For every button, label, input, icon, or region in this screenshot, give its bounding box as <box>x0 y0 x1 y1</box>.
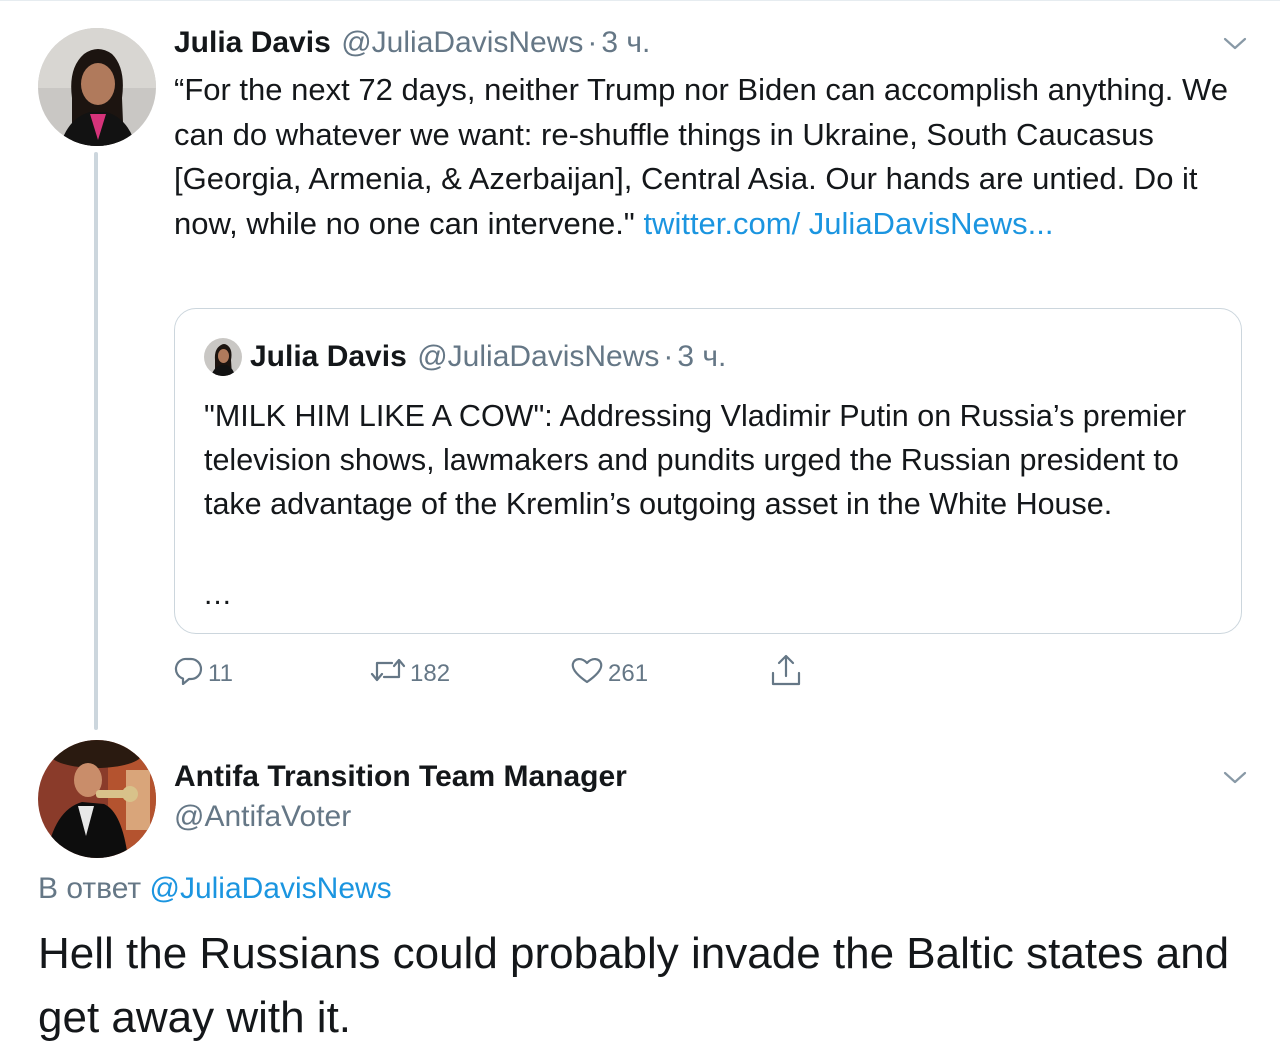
reply-author-name[interactable]: Antifa Transition Team Manager <box>174 760 627 794</box>
like-button[interactable]: 261 <box>570 650 648 690</box>
like-count: 261 <box>608 660 649 687</box>
reply-text: Hell the Russians could probably invade … <box>38 929 1230 1042</box>
avatar[interactable] <box>38 28 156 146</box>
thread-line <box>94 152 98 730</box>
share-button[interactable] <box>770 650 802 690</box>
chevron-down-icon[interactable] <box>1221 34 1249 54</box>
quote-author-name: Julia Davis <box>250 340 407 373</box>
author-handle[interactable]: @JuliaDavisNews <box>341 26 583 59</box>
like-icon <box>571 658 603 684</box>
quote-text: "MILK HIM LIKE A COW": Addressing Vladim… <box>204 399 1187 521</box>
quote-timestamp: 3 ч. <box>677 340 727 373</box>
quote-header: Julia Davis @JuliaDavisNews · 3 ч. <box>250 340 726 374</box>
quote-avatar[interactable] <box>204 338 242 376</box>
retweet-icon <box>370 658 406 682</box>
reply-button[interactable]: 11 <box>174 650 233 690</box>
reply-to-prefix: В ответ <box>38 872 142 905</box>
reply-icon <box>174 657 203 685</box>
timestamp[interactable]: 3 ч. <box>601 26 650 59</box>
quote-ellipsis: ... <box>204 578 233 611</box>
tweet-header: Julia Davis @JuliaDavisNews · 3 ч. <box>174 26 650 60</box>
reply-to-handle[interactable]: @JuliaDavisNews <box>149 872 391 905</box>
retweet-button[interactable]: 182 <box>370 650 450 690</box>
tweet-link[interactable]: twitter.com/ JuliaDavisNews... <box>643 206 1053 241</box>
chevron-down-icon[interactable] <box>1221 768 1249 788</box>
reply-count: 11 <box>208 660 233 687</box>
author-name[interactable]: Julia Davis <box>174 26 331 59</box>
top-divider <box>0 0 1280 1</box>
reply-author-handle[interactable]: @AntifaVoter <box>174 800 351 834</box>
reply-context: В ответ @JuliaDavisNews <box>38 872 392 906</box>
retweet-count: 182 <box>410 660 451 687</box>
tweet-text: “For the next 72 days, neither Trump nor… <box>174 68 1244 246</box>
separator: · <box>587 26 598 59</box>
reply-avatar[interactable] <box>38 740 156 858</box>
quote-author-handle: @JuliaDavisNews <box>417 340 660 373</box>
quote-separator: · <box>663 340 674 373</box>
share-icon <box>771 654 801 686</box>
